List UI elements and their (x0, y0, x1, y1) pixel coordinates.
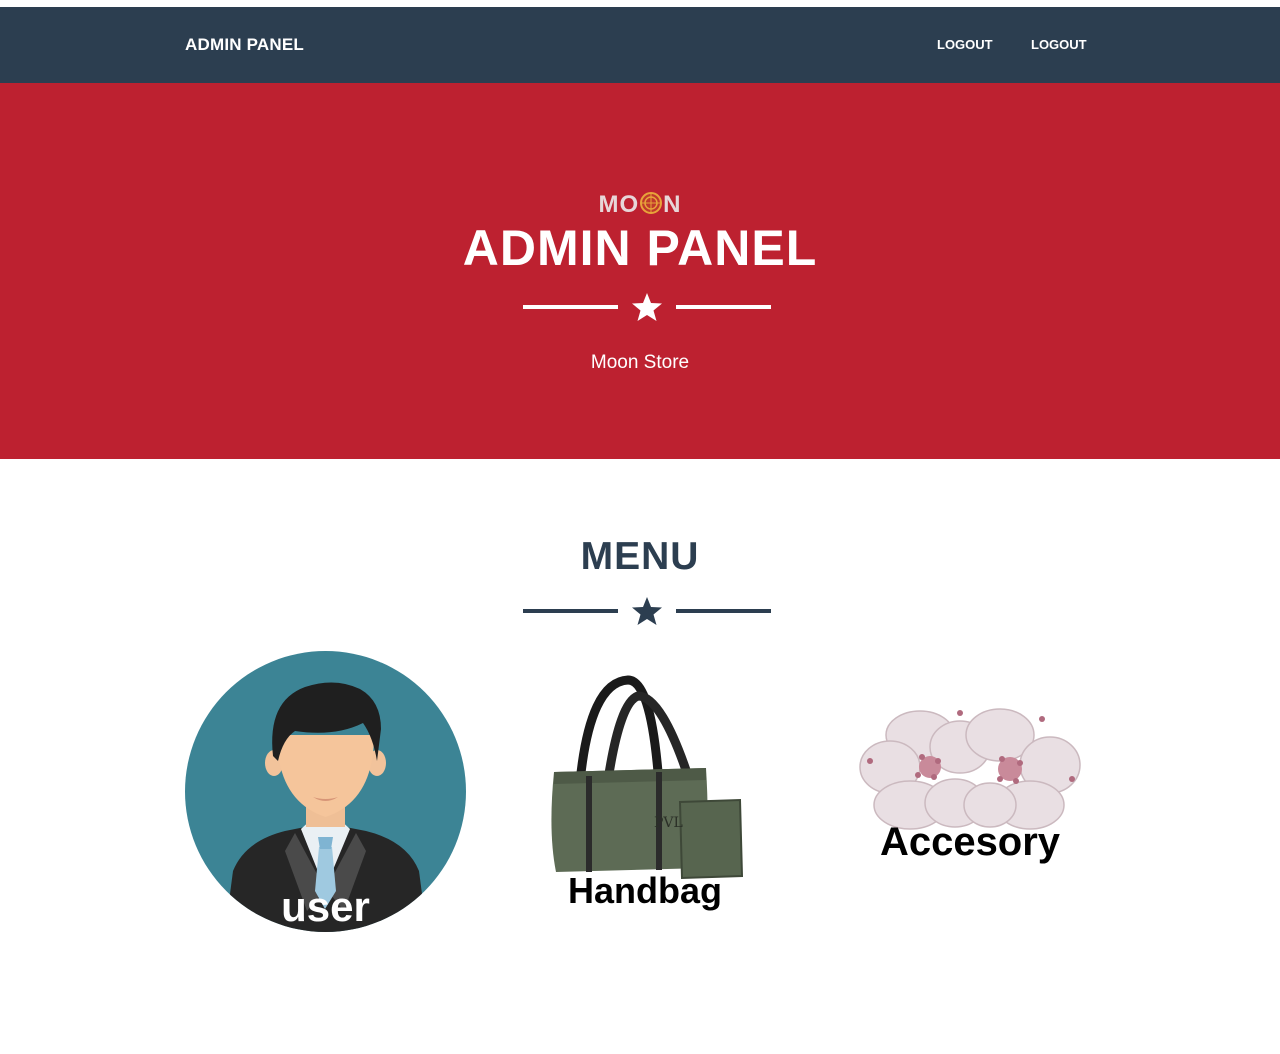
store-logo: MO N (0, 191, 1280, 221)
menu-heading: MENU (580, 535, 700, 578)
divider-line-right (676, 609, 771, 613)
logo-text-left: MO (598, 191, 640, 218)
logo-text-right: N (663, 191, 682, 218)
masthead-divider (523, 292, 771, 322)
store-subtitle: Moon Store (590, 352, 690, 373)
divider-line-right (676, 305, 771, 309)
menu-item-accessory[interactable]: Accesory (850, 695, 1090, 875)
divider-line-left (523, 305, 618, 309)
page-title: ADMIN PANEL (462, 220, 818, 276)
navbar: ADMIN PANEL LOGOUT LOGOUT (0, 7, 1280, 83)
menu-item-handbag[interactable]: PVL Handbag (530, 672, 760, 932)
star-icon (632, 597, 662, 625)
navbar-brand[interactable]: ADMIN PANEL (185, 35, 304, 55)
menu-item-label: Accesory (879, 820, 1061, 864)
masthead: MO N ADMIN PANEL Moon Store (0, 83, 1280, 459)
star-icon (632, 293, 662, 321)
menu-item-label: user (281, 883, 370, 930)
menu-item-user[interactable]: user (185, 651, 466, 932)
top-gap (0, 0, 1280, 7)
menu-divider (523, 596, 771, 626)
moon-logo-icon (640, 192, 663, 214)
svg-text:PVL: PVL (654, 815, 683, 831)
logout-link[interactable]: LOGOUT (937, 37, 993, 52)
divider-line-left (523, 609, 618, 613)
logout-link-2[interactable]: LOGOUT (1031, 37, 1087, 52)
menu-item-label: Handbag (567, 870, 722, 911)
